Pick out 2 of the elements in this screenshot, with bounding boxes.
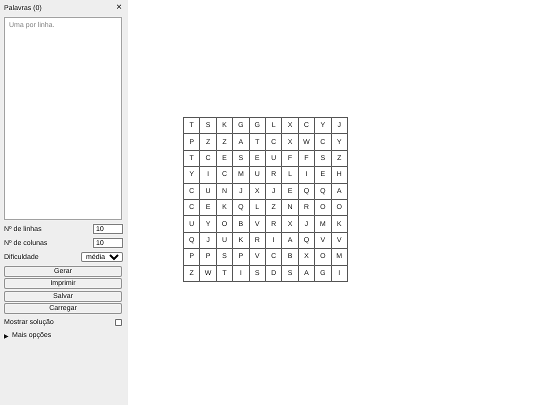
show-solution-checkbox[interactable] [115, 319, 122, 326]
close-icon[interactable]: × [116, 3, 122, 13]
